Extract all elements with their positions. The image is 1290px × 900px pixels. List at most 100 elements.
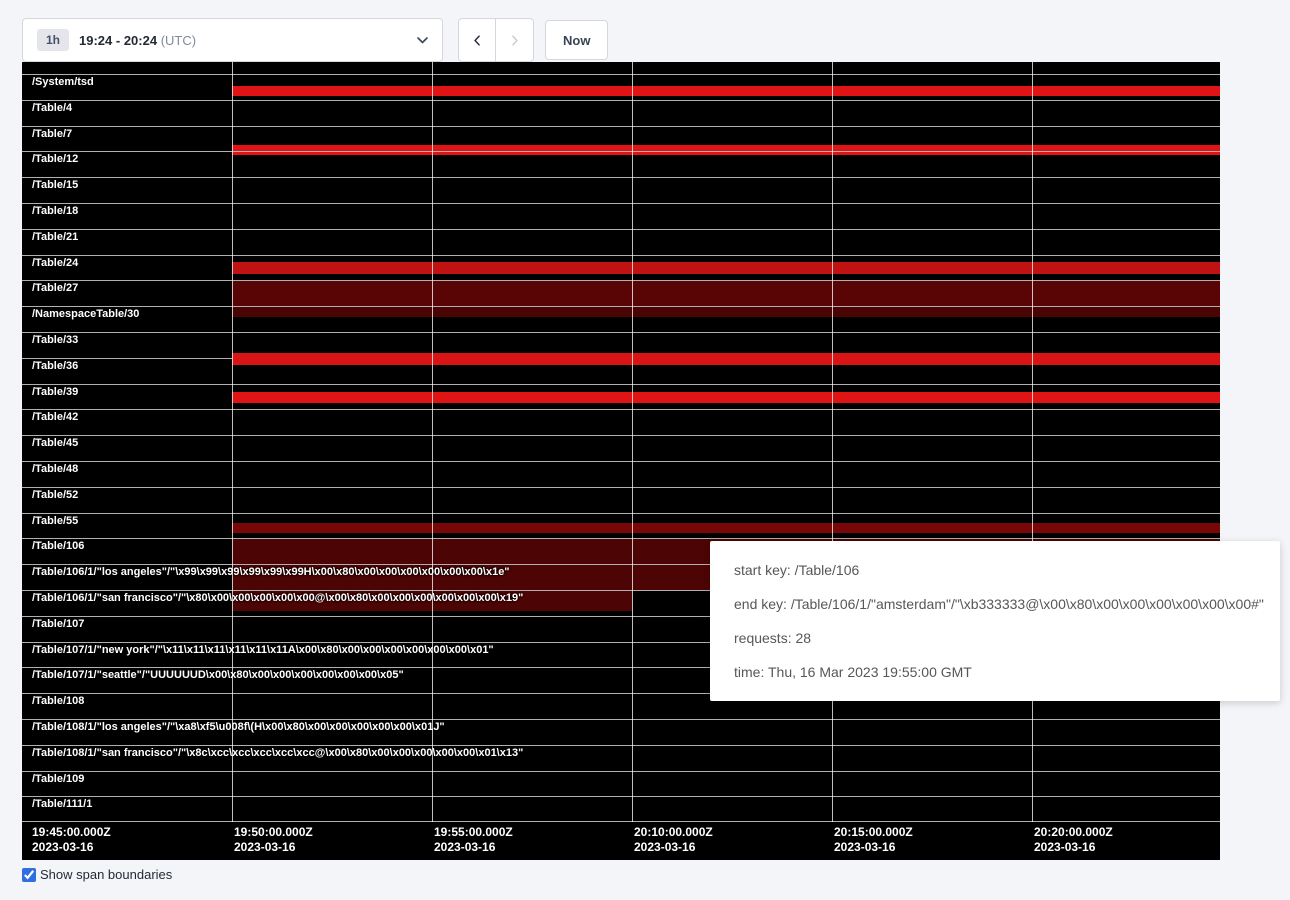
span-row[interactable]: /Table/48: [22, 461, 1220, 487]
span-row[interactable]: /Table/108/1/"los angeles"/"\xa8\xf5\u00…: [22, 719, 1220, 745]
time-gridline: [632, 62, 633, 822]
chevron-down-icon: [417, 37, 428, 44]
span-label: /Table/108: [32, 695, 84, 707]
axis-date: 2023-03-16: [32, 840, 111, 855]
show-span-boundaries-checkbox[interactable]: [22, 868, 36, 882]
span-row[interactable]: /Table/45: [22, 435, 1220, 461]
span-label: /Table/48: [32, 463, 78, 475]
span-label: /Table/45: [32, 437, 78, 449]
heat-band: [232, 281, 1220, 307]
span-row[interactable]: /Table/15: [22, 177, 1220, 203]
span-label: /Table/108/1/"san francisco"/"\x8c\xcc\x…: [32, 747, 523, 759]
span-row[interactable]: /System/tsd: [22, 74, 1220, 100]
axis-date: 2023-03-16: [834, 840, 913, 855]
span-row[interactable]: /Table/7: [22, 126, 1220, 152]
now-button[interactable]: Now: [545, 20, 608, 60]
span-label: /Table/7: [32, 128, 72, 140]
heat-band: [232, 86, 1220, 96]
span-row[interactable]: /Table/108/1/"san francisco"/"\x8c\xcc\x…: [22, 745, 1220, 771]
time-toolbar: 1h 19:24 - 20:24 (UTC) Now: [22, 18, 608, 62]
span-label: /Table/15: [32, 179, 78, 191]
axis-time: 20:10:00.000Z: [634, 825, 713, 840]
time-axis-label: 19:50:00.000Z2023-03-16: [234, 825, 313, 855]
axis-time: 20:20:00.000Z: [1034, 825, 1113, 840]
heat-band: [232, 392, 1220, 403]
span-label: /Table/33: [32, 334, 78, 346]
span-row[interactable]: /Table/4: [22, 100, 1220, 126]
tooltip-start-key: start key: /Table/106: [734, 560, 1256, 580]
show-span-boundaries-label[interactable]: Show span boundaries: [40, 867, 172, 882]
span-label: /Table/109: [32, 773, 84, 785]
span-label: /Table/42: [32, 411, 78, 423]
time-axis-label: 20:10:00.000Z2023-03-16: [634, 825, 713, 855]
span-row[interactable]: /Table/27: [22, 280, 1220, 306]
span-row[interactable]: /Table/21: [22, 229, 1220, 255]
time-gridline: [232, 62, 233, 822]
axis-time: 19:45:00.000Z: [32, 825, 111, 840]
prev-range-button[interactable]: [458, 18, 496, 62]
span-label: /Table/111/1: [32, 798, 92, 810]
axis-time: 20:15:00.000Z: [834, 825, 913, 840]
span-label: /System/tsd: [32, 76, 94, 88]
span-row[interactable]: /Table/52: [22, 487, 1220, 513]
axis-date: 2023-03-16: [634, 840, 713, 855]
tooltip-requests: requests: 28: [734, 628, 1256, 648]
span-row[interactable]: /Table/111/1: [22, 796, 1220, 822]
range-nav-group: [458, 18, 534, 62]
span-row[interactable]: /Table/24: [22, 255, 1220, 281]
span-row[interactable]: /Table/36: [22, 358, 1220, 384]
span-row[interactable]: /Table/55: [22, 513, 1220, 539]
span-label: /Table/106/1/"los angeles"/"\x99\x99\x99…: [32, 566, 510, 578]
bucket-tooltip: start key: /Table/106 end key: /Table/10…: [710, 541, 1280, 701]
footer: Show span boundaries: [22, 867, 172, 882]
span-label: /Table/106: [32, 540, 84, 552]
span-label: /Table/107/1/"seattle"/"UUUUUUD\x00\x80\…: [32, 669, 404, 681]
heatmap-top-strip: [22, 62, 1220, 74]
axis-date: 2023-03-16: [1034, 840, 1113, 855]
span-label: /Table/21: [32, 231, 78, 243]
time-axis: 19:45:00.000Z2023-03-1619:50:00.000Z2023…: [22, 822, 1220, 860]
span-label: /Table/18: [32, 205, 78, 217]
time-range-dropdown[interactable]: 1h 19:24 - 20:24 (UTC): [22, 18, 443, 62]
span-label: /NamespaceTable/30: [32, 308, 139, 320]
heat-band: [232, 523, 1220, 533]
heat-band: [232, 353, 1220, 365]
tooltip-end-key: end key: /Table/106/1/"amsterdam"/"\xb33…: [734, 594, 1256, 614]
key-visualizer-canvas[interactable]: /System/tsd/Table/4/Table/7/Table/12/Tab…: [22, 62, 1220, 860]
span-label: /Table/36: [32, 360, 78, 372]
span-row[interactable]: /Table/12: [22, 151, 1220, 177]
span-label: /Table/4: [32, 102, 72, 114]
span-label: /Table/27: [32, 282, 78, 294]
span-label: /Table/107: [32, 618, 84, 630]
span-label: /Table/107/1/"new york"/"\x11\x11\x11\x1…: [32, 644, 494, 656]
time-gridline: [832, 62, 833, 822]
duration-badge: 1h: [37, 29, 69, 51]
time-axis-label: 20:15:00.000Z2023-03-16: [834, 825, 913, 855]
time-axis-label: 20:20:00.000Z2023-03-16: [1034, 825, 1113, 855]
next-range-button[interactable]: [496, 18, 534, 62]
heatmap-rows: /System/tsd/Table/4/Table/7/Table/12/Tab…: [22, 62, 1220, 822]
time-gridline: [432, 62, 433, 822]
axis-date: 2023-03-16: [434, 840, 513, 855]
heat-band: [232, 262, 1220, 274]
span-row[interactable]: /Table/42: [22, 409, 1220, 435]
span-label: /Table/39: [32, 386, 78, 398]
span-label: /Table/52: [32, 489, 78, 501]
span-label: /Table/24: [32, 257, 78, 269]
time-range-value: 19:24 - 20:24: [79, 33, 157, 48]
axis-time: 19:50:00.000Z: [234, 825, 313, 840]
span-label: /Table/55: [32, 515, 78, 527]
span-row[interactable]: /Table/39: [22, 384, 1220, 410]
axis-date: 2023-03-16: [234, 840, 313, 855]
span-row[interactable]: /Table/109: [22, 771, 1220, 797]
time-axis-label: 19:45:00.000Z2023-03-16: [32, 825, 111, 855]
span-row[interactable]: /NamespaceTable/30: [22, 306, 1220, 332]
tooltip-time: time: Thu, 16 Mar 2023 19:55:00 GMT: [734, 662, 1256, 682]
axis-time: 19:55:00.000Z: [434, 825, 513, 840]
time-gridline: [1032, 62, 1033, 822]
span-label: /Table/108/1/"los angeles"/"\xa8\xf5\u00…: [32, 721, 445, 733]
time-range-label: 19:24 - 20:24 (UTC): [79, 33, 196, 48]
span-label: /Table/106/1/"san francisco"/"\x80\x00\x…: [32, 592, 523, 604]
heat-band: [232, 307, 1220, 317]
span-row[interactable]: /Table/18: [22, 203, 1220, 229]
